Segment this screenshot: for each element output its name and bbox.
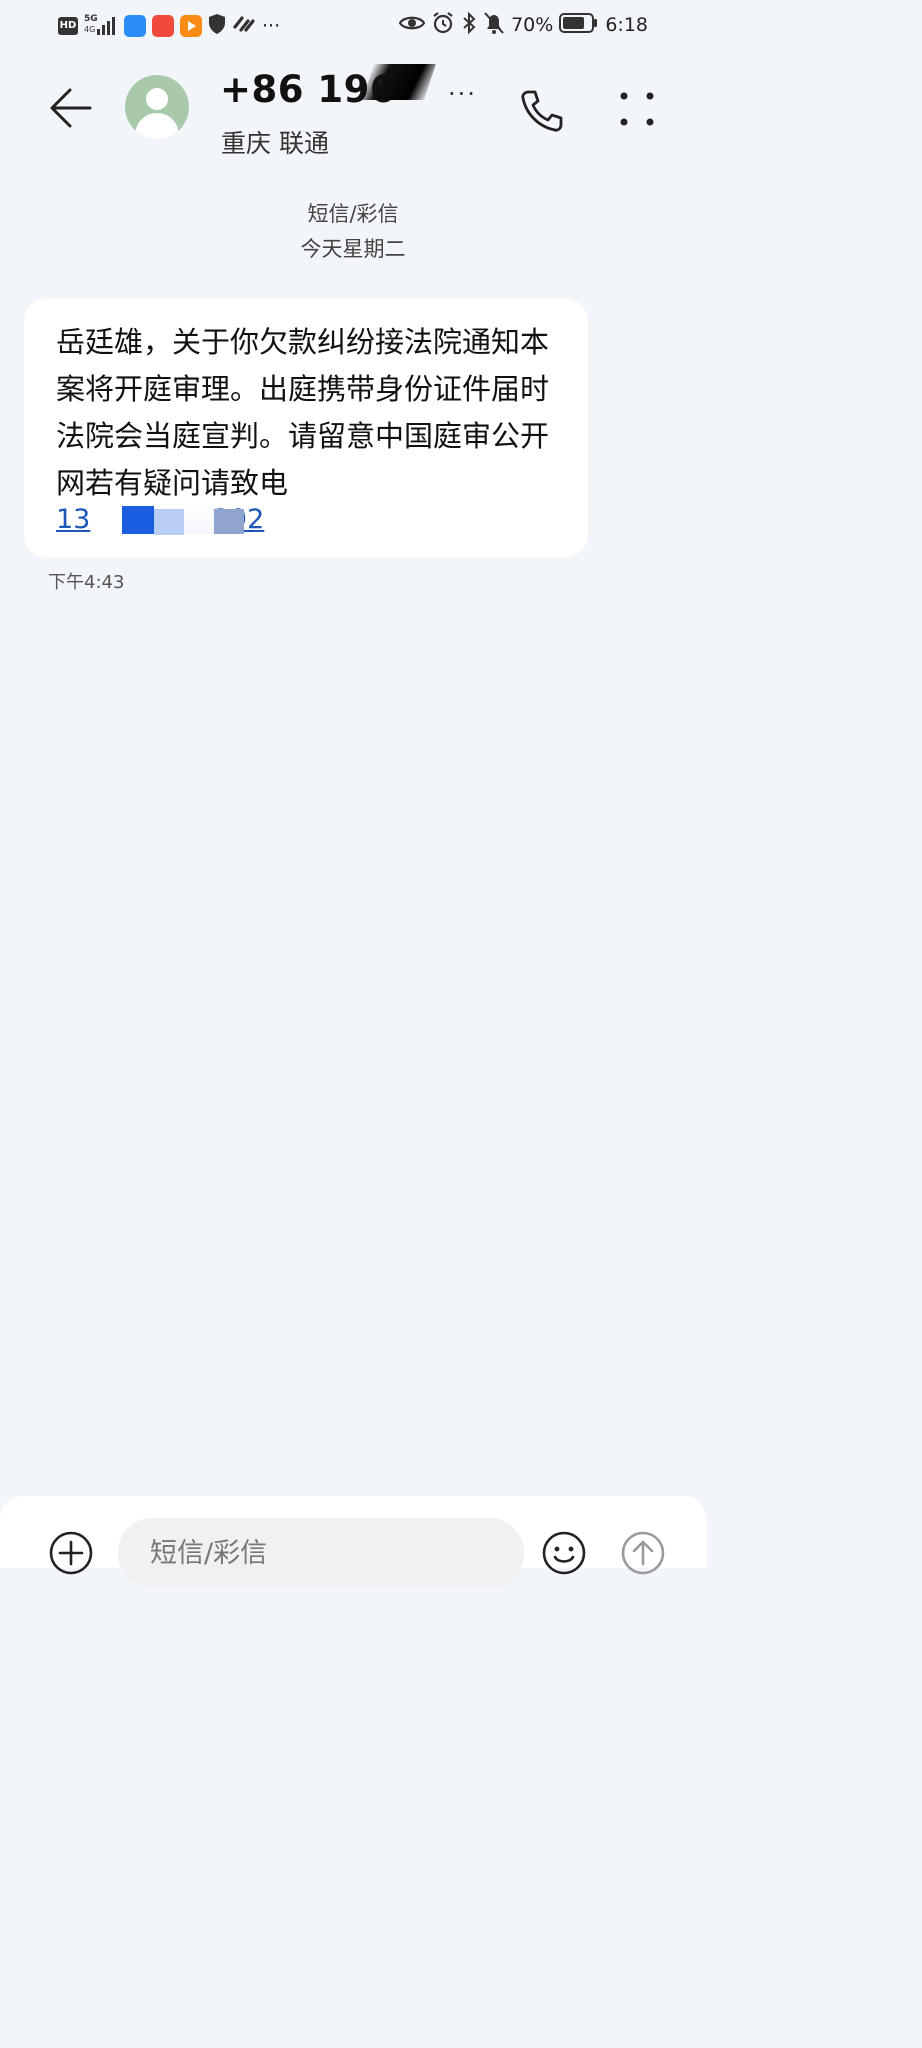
- cellular-signal-icon: 5G 4G: [84, 14, 118, 37]
- composer-bar: [0, 1496, 706, 1588]
- app-notification-icon: [152, 15, 174, 37]
- app-notification-icon: [124, 15, 146, 37]
- bluetooth-icon: [461, 11, 477, 39]
- status-bar-right: 70% 6:18: [398, 11, 648, 39]
- more-notifications-indicator: ···: [262, 15, 281, 37]
- phone-icon: [521, 90, 563, 132]
- status-bar: HD 5G 4G ··· 70% 6:18: [0, 0, 706, 54]
- shield-icon: [208, 13, 226, 39]
- alarm-icon: [431, 11, 455, 39]
- incoming-message-bubble[interactable]: 岳廷雄，关于你欠款纠纷接法院通知本案将开庭审理。出庭携带身份证件届时法院会当庭宣…: [24, 299, 588, 557]
- add-icon: [49, 1531, 93, 1575]
- conversation-header: +86 196 ··· 重庆 联通: [0, 54, 706, 164]
- battery-icon: [559, 12, 599, 38]
- back-arrow-icon: [50, 88, 92, 128]
- number-redaction: [362, 64, 436, 100]
- send-button[interactable]: [620, 1530, 666, 1576]
- video-app-notification-icon: [180, 15, 202, 37]
- thread-info: 短信/彩信 今天星期二: [0, 198, 706, 265]
- four-dots-menu-icon: [620, 92, 654, 126]
- emoji-icon: [542, 1531, 586, 1575]
- eye-icon: [398, 13, 426, 37]
- redaction-mark: [122, 506, 154, 534]
- avatar-body: [135, 113, 179, 139]
- link-icon: [232, 13, 256, 39]
- date-separator: 今天星期二: [300, 237, 406, 261]
- message-type-label: 短信/彩信: [307, 202, 399, 226]
- message-input[interactable]: [118, 1518, 524, 1588]
- message-timestamp: 下午4:43: [48, 572, 125, 593]
- mute-bell-icon: [483, 11, 505, 39]
- avatar-head: [146, 88, 168, 110]
- network-4g-label: 4G: [84, 25, 96, 34]
- battery-percentage: 70%: [511, 14, 554, 36]
- call-button[interactable]: [516, 86, 566, 136]
- message-text: 岳廷雄，关于你欠款纠纷接法院通知本案将开庭审理。出庭携带身份证件届时法院会当庭宣…: [56, 325, 550, 500]
- status-bar-left: HD 5G 4G ···: [58, 13, 280, 39]
- attach-button[interactable]: [48, 1530, 94, 1576]
- emoji-button[interactable]: [541, 1530, 587, 1576]
- phone-link-prefix: 13: [56, 504, 91, 535]
- number-truncation-dots: ···: [448, 80, 477, 108]
- contact-avatar[interactable]: [125, 75, 189, 139]
- redaction-mark: [184, 502, 214, 534]
- back-button[interactable]: [46, 84, 96, 132]
- hd-voice-icon: HD: [58, 17, 78, 35]
- send-icon: [621, 1531, 665, 1575]
- more-options-button[interactable]: [616, 88, 658, 130]
- contact-location-carrier: 重庆 联通: [221, 129, 329, 158]
- redaction-mark: [154, 509, 184, 535]
- network-5g-label: 5G: [84, 14, 98, 24]
- redaction-mark: [214, 509, 244, 534]
- clock: 6:18: [605, 14, 648, 36]
